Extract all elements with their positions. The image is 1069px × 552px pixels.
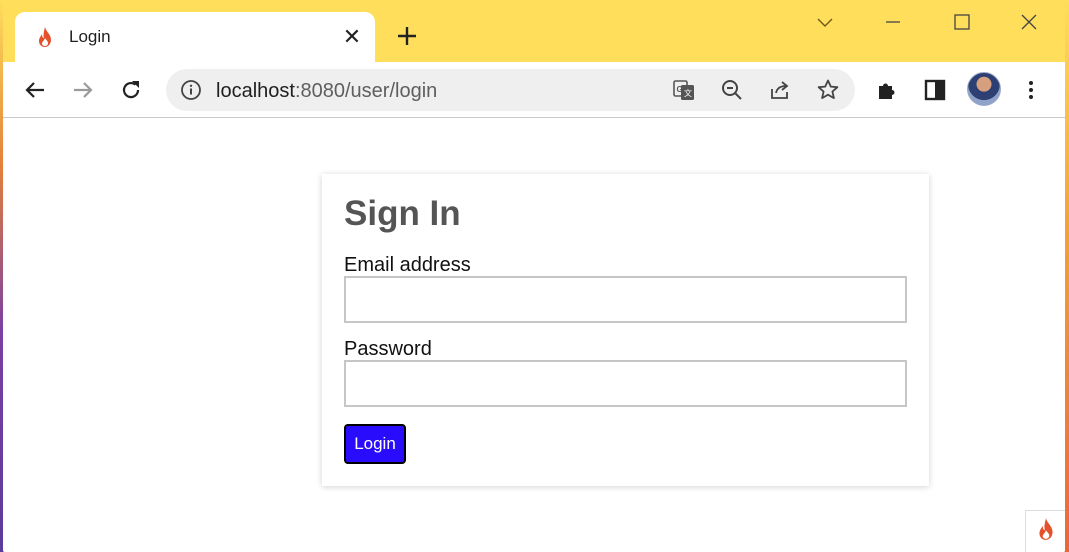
close-icon[interactable]: ✕ — [339, 24, 365, 50]
star-icon[interactable] — [816, 78, 840, 102]
zoom-out-icon[interactable] — [720, 78, 744, 102]
info-icon[interactable] — [180, 79, 202, 101]
login-card: Sign In Email address Password Login — [322, 174, 929, 486]
login-button[interactable]: Login — [344, 424, 406, 464]
tab-strip: Login ✕ — [3, 0, 1065, 64]
plus-icon[interactable] — [393, 22, 421, 50]
translate-icon[interactable]: G文 — [672, 78, 696, 102]
debug-toolbar-toggle[interactable] — [1025, 510, 1065, 552]
tab-title: Login — [69, 27, 111, 46]
url-path: :8080/user/login — [294, 80, 438, 102]
share-icon[interactable] — [768, 78, 792, 102]
email-field[interactable] — [344, 276, 907, 323]
reload-icon[interactable] — [115, 74, 147, 106]
svg-text:文: 文 — [684, 88, 692, 98]
page-title: Sign In — [344, 194, 461, 233]
chevron-down-icon[interactable] — [811, 10, 839, 34]
close-icon[interactable] — [1015, 10, 1043, 34]
minimize-icon[interactable] — [879, 10, 907, 34]
page-content: Sign In Email address Password Login — [3, 118, 1065, 552]
browser-toolbar: localhost:8080/user/login G文 — [3, 62, 1065, 118]
svg-text:G: G — [677, 85, 683, 94]
extensions-icon[interactable] — [871, 74, 903, 106]
flame-icon — [1035, 517, 1057, 546]
password-label: Password — [344, 338, 432, 360]
avatar[interactable] — [967, 72, 1001, 106]
address-bar[interactable]: localhost:8080/user/login G文 — [166, 69, 855, 111]
tab-login[interactable]: Login ✕ — [15, 12, 375, 64]
side-panel-icon[interactable] — [919, 74, 951, 106]
url-host: localhost — [216, 80, 295, 102]
back-arrow-icon[interactable] — [19, 74, 51, 106]
maximize-icon[interactable] — [947, 10, 975, 34]
url-text[interactable]: localhost:8080/user/login — [216, 80, 437, 103]
menu-icon[interactable] — [1015, 74, 1047, 106]
password-field[interactable] — [344, 360, 907, 407]
browser-window: Login ✕ localhost:8080/user/login G 文 Si… — [3, 0, 1065, 552]
forward-arrow-icon[interactable] — [67, 74, 99, 106]
flame-icon — [35, 26, 55, 48]
email-label: Email address — [344, 254, 471, 276]
